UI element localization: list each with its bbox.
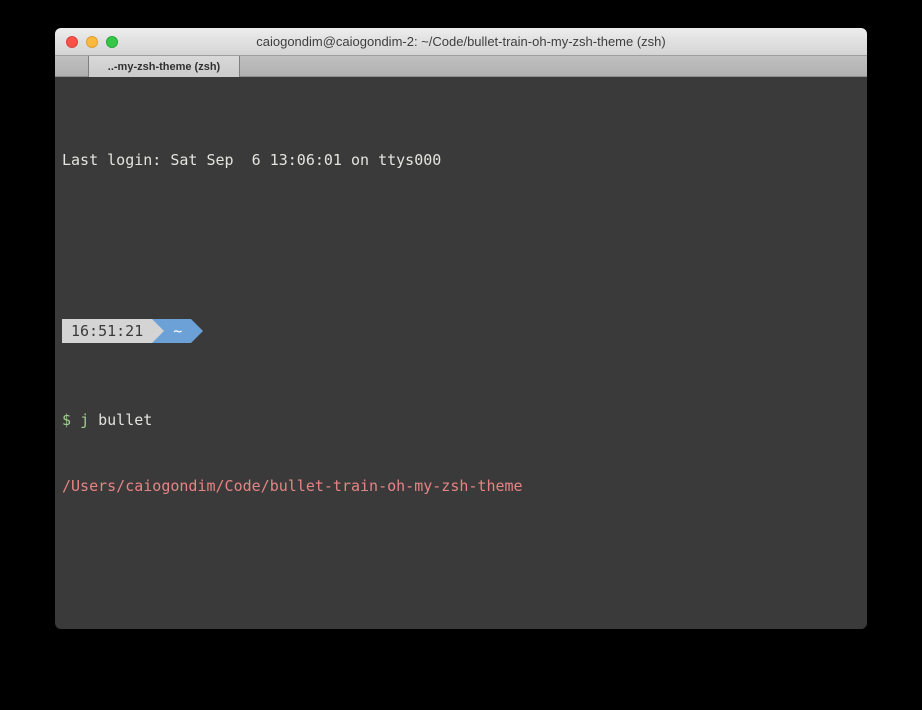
window-titlebar[interactable]: caiogondim@caiogondim-2: ~/Code/bullet-t…: [55, 28, 867, 56]
window-title: caiogondim@caiogondim-2: ~/Code/bullet-t…: [256, 34, 666, 49]
prompt-dollar: $: [62, 411, 80, 429]
tab-label: ..-my-zsh-theme (zsh): [108, 61, 220, 73]
powerline-arrow-icon: [152, 319, 164, 343]
terminal-window: caiogondim@caiogondim-2: ~/Code/bullet-t…: [55, 28, 867, 629]
minimize-button[interactable]: [86, 36, 98, 48]
prompt-path-segment: ~: [164, 319, 191, 343]
close-button[interactable]: [66, 36, 78, 48]
command-line: $ j bullet: [62, 409, 860, 431]
prompt-time-segment: 16:51:21: [62, 319, 152, 343]
tab-terminal[interactable]: ..-my-zsh-theme (zsh): [88, 56, 240, 77]
powerline-arrow-icon: [191, 319, 203, 343]
command-name: j: [80, 411, 98, 429]
traffic-lights: [66, 28, 118, 55]
command-arg: bullet: [98, 411, 152, 429]
terminal-screen[interactable]: Last login: Sat Sep 6 13:06:01 on ttys00…: [55, 78, 867, 629]
zoom-button[interactable]: [106, 36, 118, 48]
tab-bar: ..-my-zsh-theme (zsh): [55, 56, 867, 77]
command-output: /Users/caiogondim/Code/bullet-train-oh-m…: [62, 475, 860, 497]
last-login-line: Last login: Sat Sep 6 13:06:01 on ttys00…: [62, 149, 860, 171]
prompt-bar: 16:51:21 ~: [62, 319, 860, 343]
blank-line: [62, 541, 860, 557]
blank-line: [62, 215, 860, 231]
